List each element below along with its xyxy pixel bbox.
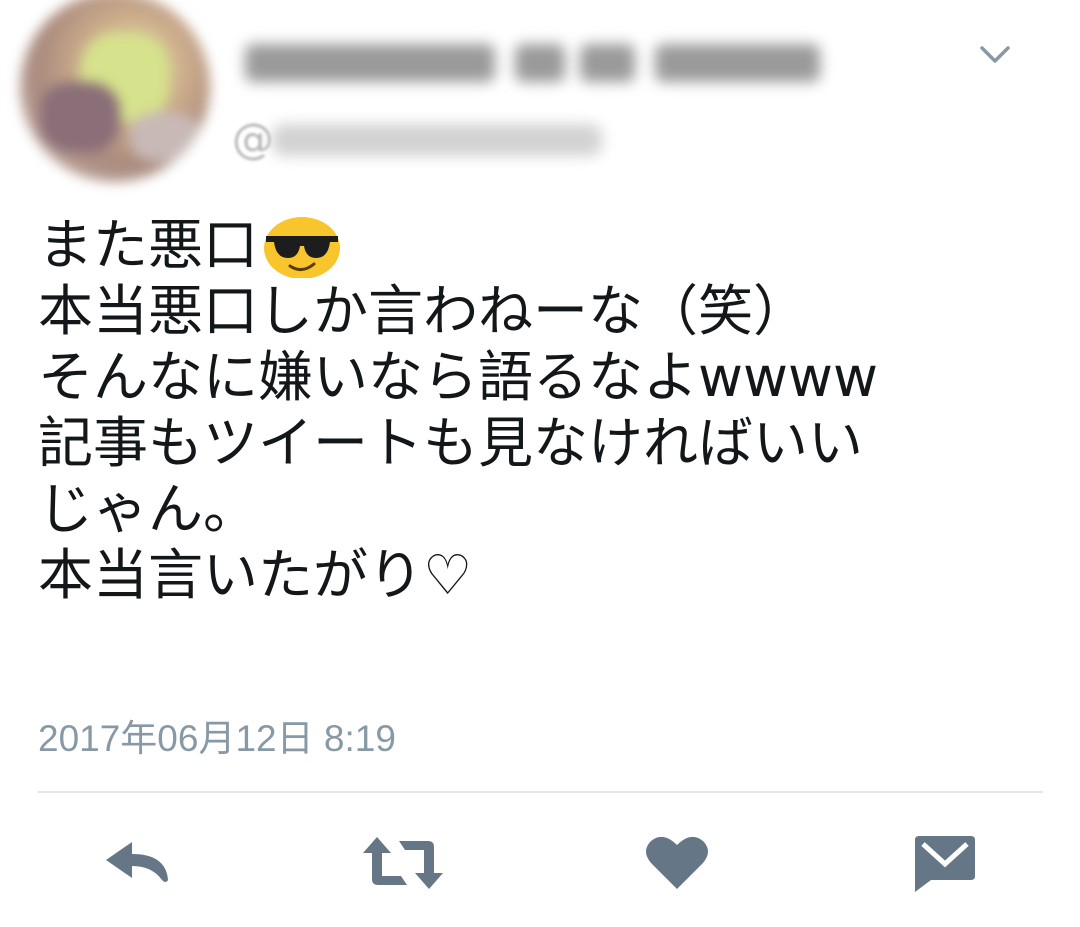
direct-message-button[interactable] [900,830,990,900]
tweet-line: そんなに嫌いなら語るなよwwww [38,345,878,409]
smiling-face-with-sunglasses-icon [262,212,342,279]
chevron-down-icon[interactable] [978,40,1012,70]
direct-message-icon [913,834,977,896]
tweet-line: 記事もツイートも見なければいい [38,411,864,475]
like-button[interactable] [632,830,722,900]
handle-prefix: @ [232,114,274,163]
divider [38,791,1043,793]
handle-redacted [272,124,602,156]
retweet-icon [361,835,445,895]
tweet-line-text: また悪口 [38,213,259,277]
reply-icon [102,838,172,892]
tweet-line: また悪口 [38,212,1058,279]
display-name-redacted[interactable] [235,30,845,98]
tweet-line: 本当言いたがり♡ [38,543,473,607]
tweet-timestamp[interactable]: 2017年06月12日 8:19 [38,708,396,762]
avatar[interactable] [20,0,210,182]
tweet-line: じゃん。 [38,477,259,541]
reply-button[interactable] [92,830,182,900]
tweet-line: 本当悪口しか言わねーな（笑） [38,279,809,343]
retweet-button[interactable] [358,830,448,900]
handle[interactable]: @ [232,110,632,166]
heart-icon [645,835,709,895]
tweet-text: また悪口 本当悪口しか言わねーな（笑） そんなに嫌いなら語るなよwwww 記事も… [38,212,1058,608]
